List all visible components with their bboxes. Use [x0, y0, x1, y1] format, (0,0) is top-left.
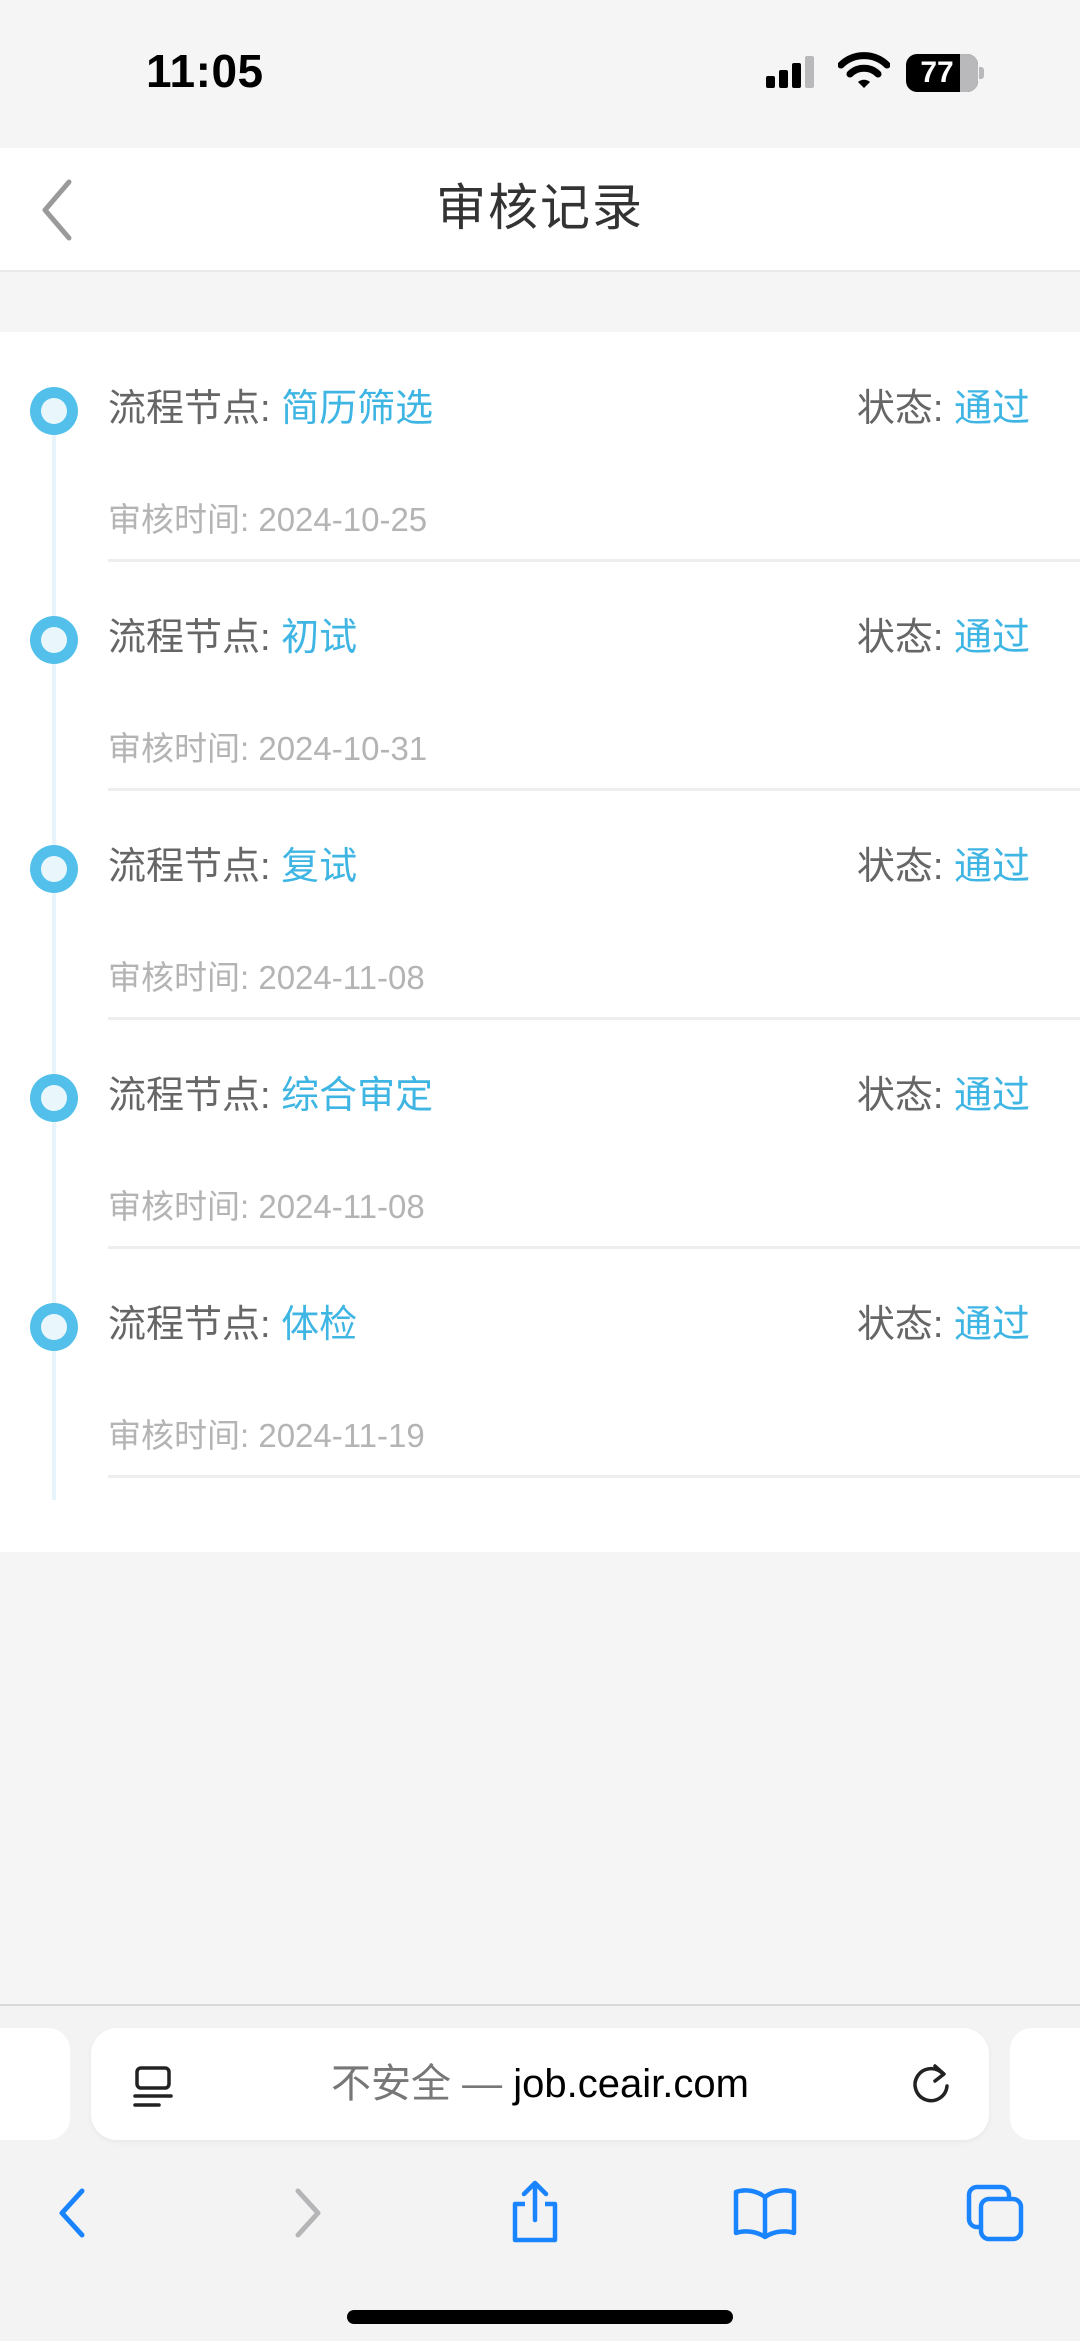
time-row: 审核时间: 2024-11-08 [108, 1185, 425, 1229]
status-value: 通过 [953, 617, 1030, 659]
node-label: 流程节点: [108, 1075, 282, 1117]
audit-record-list: 流程节点: 简历筛选 状态: 通过 审核时间: 2024-10-25 流程节点:… [0, 332, 1080, 1552]
share-button[interactable] [490, 2174, 580, 2252]
previous-tab-preview[interactable] [0, 2028, 70, 2140]
node-value: 简历筛选 [281, 388, 434, 430]
browser-toolbar: 不安全 — job.ceair.com [0, 2004, 1080, 2341]
time-label: 审核时间: [108, 501, 259, 538]
status-value: 通过 [953, 1075, 1030, 1117]
node-row: 流程节点: 复试 [108, 842, 357, 892]
record-item: 流程节点: 综合审定 状态: 通过 审核时间: 2024-11-08 [0, 1019, 1080, 1249]
node-label: 流程节点: [108, 617, 282, 659]
time-label: 审核时间: [108, 1417, 259, 1454]
time-label: 审核时间: [108, 730, 259, 767]
divider [108, 1475, 1080, 1478]
record-item: 流程节点: 体检 状态: 通过 审核时间: 2024-11-19 [0, 1248, 1080, 1478]
status-value: 通过 [953, 846, 1030, 888]
reload-icon[interactable] [909, 2062, 955, 2113]
home-indicator [347, 2310, 733, 2324]
cellular-signal-icon [766, 56, 822, 95]
record-item: 流程节点: 简历筛选 状态: 通过 审核时间: 2024-10-25 [0, 332, 1080, 562]
status-label: 状态: [856, 1304, 954, 1346]
time-row: 审核时间: 2024-11-19 [108, 1414, 425, 1458]
timeline-dot-icon [30, 387, 78, 435]
time-label: 审核时间: [108, 1188, 259, 1225]
browser-forward-button[interactable] [263, 2174, 353, 2252]
nav-bar: 审核记录 [0, 148, 1080, 272]
status-row: 状态: 通过 [857, 842, 1030, 892]
status-label: 状态: [856, 617, 954, 659]
url-text[interactable]: 不安全 — job.ceair.com [91, 2058, 989, 2110]
node-row: 流程节点: 简历筛选 [108, 384, 433, 434]
battery-icon: 77 [906, 54, 984, 92]
node-value: 体检 [281, 1304, 358, 1346]
node-row: 流程节点: 初试 [108, 613, 357, 663]
bookmarks-button[interactable] [720, 2174, 810, 2252]
url-domain: job.ceair.com [513, 2062, 749, 2106]
node-label: 流程节点: [108, 388, 282, 430]
status-time: 11:05 [146, 45, 264, 97]
page: 11:05 77 审核记录 流程节点: 简历筛选 状态: 通过 审核时间: 20… [0, 0, 1080, 2341]
status-row: 状态: 通过 [857, 613, 1030, 663]
status-label: 状态: [856, 846, 954, 888]
status-bar: 11:05 77 [0, 0, 1080, 148]
time-row: 审核时间: 2024-10-25 [108, 498, 427, 542]
security-warning: 不安全 — [331, 2062, 514, 2106]
time-value: 2024-11-08 [258, 959, 425, 996]
node-label: 流程节点: [108, 1304, 282, 1346]
time-value: 2024-10-25 [258, 501, 428, 538]
time-label: 审核时间: [108, 959, 259, 996]
time-value: 2024-11-08 [258, 1188, 425, 1225]
timeline-dot-icon [30, 616, 78, 664]
node-value: 综合审定 [281, 1075, 434, 1117]
time-value: 2024-11-19 [258, 1417, 425, 1454]
time-row: 审核时间: 2024-11-08 [108, 956, 425, 1000]
share-icon [512, 2180, 558, 2243]
timeline-dot-icon [30, 845, 78, 893]
time-row: 审核时间: 2024-10-31 [108, 727, 427, 771]
timeline-dot-icon [30, 1074, 78, 1122]
status-row: 状态: 通过 [857, 1300, 1030, 1350]
tabs-icon [966, 2184, 1024, 2242]
tabs-button[interactable] [950, 2174, 1040, 2252]
timeline-dot-icon [30, 1303, 78, 1351]
time-value: 2024-10-31 [258, 730, 428, 767]
address-bar[interactable]: 不安全 — job.ceair.com [91, 2028, 989, 2140]
battery-level: 77 [920, 56, 954, 89]
status-value: 通过 [953, 1304, 1030, 1346]
node-value: 初试 [281, 617, 358, 659]
browser-back-button[interactable] [27, 2174, 117, 2252]
node-label: 流程节点: [108, 846, 282, 888]
record-item: 流程节点: 复试 状态: 通过 审核时间: 2024-11-08 [0, 790, 1080, 1020]
bookmarks-icon [733, 2188, 797, 2240]
status-row: 状态: 通过 [857, 384, 1030, 434]
page-title: 审核记录 [436, 180, 644, 236]
status-label: 状态: [856, 388, 954, 430]
node-row: 流程节点: 体检 [108, 1300, 357, 1350]
status-row: 状态: 通过 [857, 1071, 1030, 1121]
wifi-icon [837, 52, 891, 95]
forward-icon [295, 2188, 321, 2238]
node-value: 复试 [281, 846, 358, 888]
status-label: 状态: [856, 1075, 954, 1117]
back-icon [59, 2188, 85, 2238]
next-tab-preview[interactable] [1010, 2028, 1080, 2140]
status-value: 通过 [953, 388, 1030, 430]
record-item: 流程节点: 初试 状态: 通过 审核时间: 2024-10-31 [0, 561, 1080, 791]
node-row: 流程节点: 综合审定 [108, 1071, 433, 1121]
